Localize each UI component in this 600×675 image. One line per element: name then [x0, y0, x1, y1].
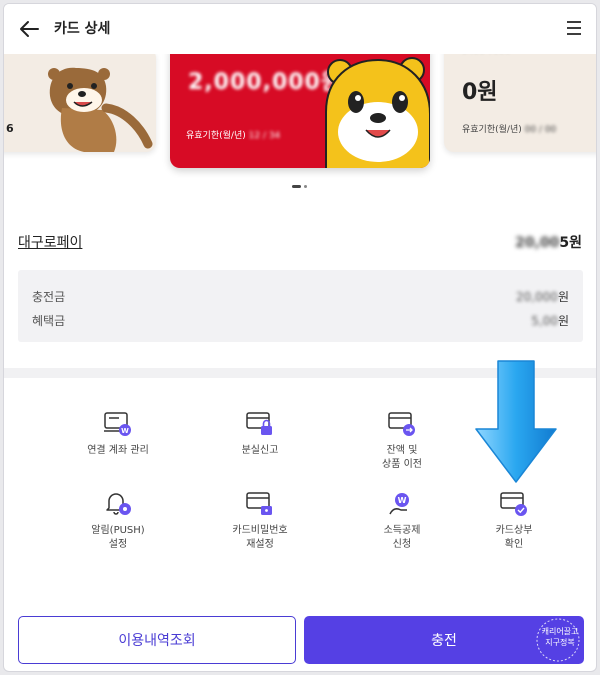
- pay-total-blurred: 20,00: [515, 235, 560, 251]
- benefit-balance-blurred: 5,00: [531, 314, 558, 328]
- card-lock-icon: [246, 412, 272, 435]
- menu-card-password[interactable]: 카드비밀번호 재설정: [190, 490, 330, 552]
- menu-lost-report[interactable]: 분실신고: [190, 410, 330, 458]
- menu-linked-account[interactable]: W 연결 계좌 관리: [48, 410, 188, 458]
- card-password-icon: [246, 492, 272, 515]
- benefit-balance-value: 5,00원: [531, 312, 569, 329]
- card-check-icon: [500, 492, 527, 516]
- charge-balance-suffix: 원: [557, 290, 569, 304]
- svg-text:W: W: [398, 496, 407, 505]
- charge-balance-value: 20,000원: [516, 288, 569, 305]
- menu-push-settings[interactable]: 알림(PUSH) 설정: [48, 490, 188, 552]
- pay-total-suffix: 5원: [559, 235, 582, 251]
- bell-settings-icon: [106, 493, 131, 515]
- otter-mascot-illustration: [48, 67, 153, 152]
- menu-push-settings-label: 알림(PUSH) 설정: [91, 525, 145, 550]
- card-right-expiry-value-blurred: 00 / 00: [524, 125, 557, 135]
- card-right[interactable]: 9400 7990 0원 유효기한(월/년) 00 / 00: [444, 40, 596, 152]
- svg-text:W: W: [121, 427, 129, 435]
- menu-lost-report-label: 분실신고: [241, 445, 279, 456]
- charge-balance-blurred: 20,000: [515, 290, 558, 304]
- section-divider: [4, 368, 596, 378]
- balance-breakdown-box: 충전금 20,000원 혜택금 5,00원: [18, 270, 583, 342]
- otter-mascot-face-illustration: [325, 57, 430, 168]
- pay-summary-row: 대구로페이 20,005원: [18, 230, 582, 252]
- hamburger-menu-icon[interactable]: [566, 20, 582, 36]
- charge-button[interactable]: 충전: [304, 616, 584, 664]
- card-right-balance: 0원: [462, 80, 498, 105]
- page-title: 카드 상세: [54, 21, 111, 37]
- card-expiry-value-blurred: 12 / 34: [248, 131, 281, 141]
- card-expiry-label: 유효기한(월/년): [186, 131, 246, 141]
- card-transfer-icon: [388, 412, 415, 436]
- menu-card-status-check[interactable]: 카드상부 확인: [444, 490, 584, 552]
- card-balance-blurred: 2,000,000원: [188, 70, 343, 95]
- card-expiry: 유효기한(월/년) 12 / 34: [186, 128, 280, 141]
- card-left[interactable]: 6: [4, 48, 156, 152]
- menu-linked-account-label: 연결 계좌 관리: [87, 445, 149, 456]
- pay-total: 20,005원: [515, 232, 582, 252]
- usage-history-button[interactable]: 이용내역조회: [18, 616, 296, 664]
- charge-balance-label: 충전금: [32, 290, 66, 304]
- back-arrow-icon[interactable]: [18, 18, 40, 40]
- card-right-expiry-label: 유효기한(월/년): [462, 125, 522, 135]
- benefit-balance-suffix: 원: [557, 314, 569, 328]
- benefit-balance-label: 혜택금: [32, 314, 66, 328]
- pay-name-link[interactable]: 대구로페이: [18, 232, 82, 252]
- carousel-dot: [304, 185, 307, 188]
- menu-card-status-check-label: 카드상부 확인: [495, 525, 533, 550]
- header: 카드 상세: [4, 4, 596, 54]
- carousel-dot-active: [292, 185, 301, 188]
- card-left-label: 6: [6, 122, 14, 135]
- card-right-expiry: 유효기한(월/년) 00 / 00: [462, 122, 556, 135]
- card-carousel[interactable]: 6 2,000,000원 유효기한(월/년) 12 / 34 9: [4, 40, 596, 178]
- menu-balance-transfer[interactable]: 잔액 및 상품 이전: [332, 410, 472, 472]
- card-main[interactable]: 2,000,000원 유효기한(월/년) 12 / 34: [170, 40, 430, 168]
- menu-card-password-label: 카드비밀번호 재설정: [232, 525, 288, 550]
- income-deduction-icon: W: [389, 493, 409, 515]
- bank-account-icon: W: [104, 412, 131, 436]
- menu-balance-transfer-label: 잔액 및 상품 이전: [382, 445, 422, 470]
- carousel-indicator: [292, 185, 307, 189]
- app-frame: 카드 상세 6 2,000,000원 유효기한(월/년) 12 / 34 0원 …: [3, 3, 597, 672]
